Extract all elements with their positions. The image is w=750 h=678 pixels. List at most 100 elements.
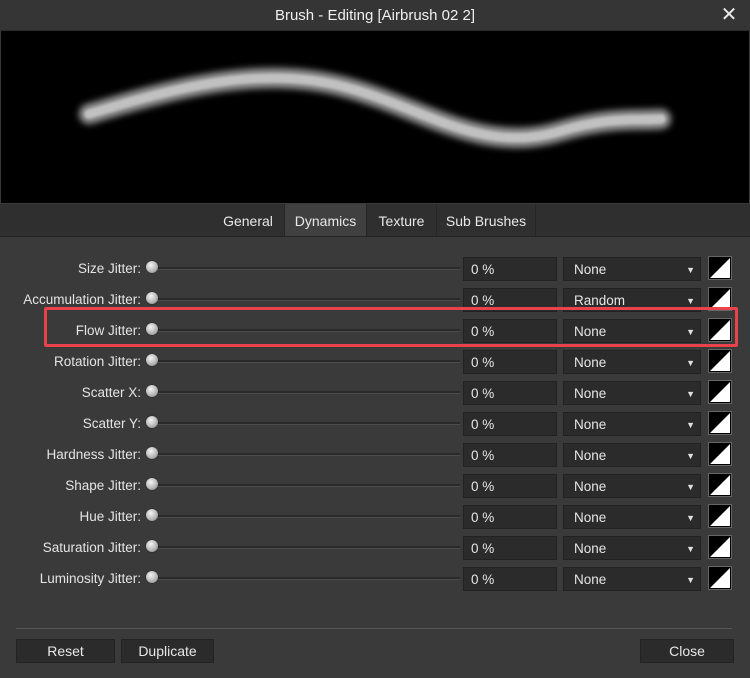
accumulation-jitter-row: Accumulation Jitter: 0 % Random ▼ [0,285,750,316]
scatter-y-slider[interactable] [150,422,460,425]
reset-button[interactable]: Reset [16,639,115,663]
size-jitter-controller-dropdown[interactable]: None ▼ [563,257,701,281]
brush-preview [1,31,749,203]
saturation-jitter-slider[interactable] [150,546,460,549]
rotation-jitter-slider-knob[interactable] [146,354,158,366]
scatter-y-label: Scatter Y: [82,416,141,431]
saturation-jitter-value-field[interactable]: 0 % [463,536,557,560]
rotation-jitter-curve-icon[interactable] [708,349,732,373]
title-bar: Brush - Editing [Airbrush 02 2] ✕ [0,0,750,31]
saturation-jitter-row: Saturation Jitter: 0 % None ▼ [0,533,750,564]
tab-general[interactable]: General [212,204,285,236]
hue-jitter-slider-knob[interactable] [146,509,158,521]
duplicate-button[interactable]: Duplicate [121,639,214,663]
hardness-jitter-controller-dropdown[interactable]: None ▼ [563,443,701,467]
accumulation-jitter-value-field[interactable]: 0 % [463,288,557,312]
rotation-jitter-controller-value: None [574,355,607,370]
luminosity-jitter-controller-value: None [574,572,607,587]
scatter-x-row: Scatter X: 0 % None ▼ [0,378,750,409]
close-button[interactable]: Close [640,639,734,663]
flow-jitter-slider-knob[interactable] [146,323,158,335]
chevron-down-icon: ▼ [686,327,695,337]
size-jitter-slider[interactable] [150,267,460,270]
hue-jitter-slider[interactable] [150,515,460,518]
scatter-x-curve-icon[interactable] [708,380,732,404]
tab-sub-brushes[interactable]: Sub Brushes [437,204,536,236]
scatter-x-controller-dropdown[interactable]: None ▼ [563,381,701,405]
shape-jitter-slider-knob[interactable] [146,478,158,490]
tab-texture[interactable]: Texture [367,204,437,236]
flow-jitter-controller-dropdown[interactable]: None ▼ [563,319,701,343]
luminosity-jitter-label: Luminosity Jitter: [39,571,141,586]
accumulation-jitter-controller-value: Random [574,293,626,308]
chevron-down-icon: ▼ [686,265,695,275]
shape-jitter-controller-dropdown[interactable]: None ▼ [563,474,701,498]
scatter-y-curve-icon[interactable] [708,411,732,435]
accumulation-jitter-label: Accumulation Jitter: [23,292,141,307]
accumulation-jitter-controller-dropdown[interactable]: Random ▼ [563,288,701,312]
luminosity-jitter-slider[interactable] [150,577,460,580]
hardness-jitter-row: Hardness Jitter: 0 % None ▼ [0,440,750,471]
scatter-x-label: Scatter X: [81,385,141,400]
accumulation-jitter-curve-icon[interactable] [708,287,732,311]
chevron-down-icon: ▼ [686,575,695,585]
scatter-x-value-field[interactable]: 0 % [463,381,557,405]
chevron-down-icon: ▼ [686,296,695,306]
shape-jitter-curve-icon[interactable] [708,473,732,497]
size-jitter-label: Size Jitter: [77,261,141,276]
shape-jitter-slider[interactable] [150,484,460,487]
flow-jitter-curve-icon[interactable] [708,318,732,342]
hue-jitter-value-field[interactable]: 0 % [463,505,557,529]
shape-jitter-value-field[interactable]: 0 % [463,474,557,498]
size-jitter-row: Size Jitter: 0 % None ▼ [0,254,750,285]
scatter-y-controller-value: None [574,417,607,432]
close-icon[interactable]: ✕ [718,4,740,26]
shape-jitter-label: Shape Jitter: [65,478,141,493]
scatter-y-slider-knob[interactable] [146,416,158,428]
rotation-jitter-label: Rotation Jitter: [53,354,141,369]
size-jitter-slider-knob[interactable] [146,261,158,273]
flow-jitter-slider[interactable] [150,329,460,332]
flow-jitter-value-field[interactable]: 0 % [463,319,557,343]
hardness-jitter-label: Hardness Jitter: [46,447,141,462]
scatter-y-controller-dropdown[interactable]: None ▼ [563,412,701,436]
saturation-jitter-curve-icon[interactable] [708,535,732,559]
size-jitter-curve-icon[interactable] [708,256,732,280]
rotation-jitter-value-field[interactable]: 0 % [463,350,557,374]
chevron-down-icon: ▼ [686,513,695,523]
hardness-jitter-curve-icon[interactable] [708,442,732,466]
tab-dynamics[interactable]: Dynamics [285,204,367,236]
shape-jitter-row: Shape Jitter: 0 % None ▼ [0,471,750,502]
luminosity-jitter-slider-knob[interactable] [146,571,158,583]
tab-bar: General Dynamics Texture Sub Brushes [0,204,750,237]
luminosity-jitter-curve-icon[interactable] [708,566,732,590]
hue-jitter-controller-value: None [574,510,607,525]
flow-jitter-label: Flow Jitter: [75,323,141,338]
accumulation-jitter-slider[interactable] [150,298,460,301]
scatter-y-row: Scatter Y: 0 % None ▼ [0,409,750,440]
hue-jitter-curve-icon[interactable] [708,504,732,528]
hue-jitter-controller-dropdown[interactable]: None ▼ [563,505,701,529]
accumulation-jitter-slider-knob[interactable] [146,292,158,304]
chevron-down-icon: ▼ [686,389,695,399]
shape-jitter-controller-value: None [574,479,607,494]
hue-jitter-row: Hue Jitter: 0 % None ▼ [0,502,750,533]
size-jitter-value-field[interactable]: 0 % [463,257,557,281]
chevron-down-icon: ▼ [686,544,695,554]
hardness-jitter-value-field[interactable]: 0 % [463,443,557,467]
hardness-jitter-slider[interactable] [150,453,460,456]
luminosity-jitter-row: Luminosity Jitter: 0 % None ▼ [0,564,750,595]
chevron-down-icon: ▼ [686,482,695,492]
scatter-x-slider[interactable] [150,391,460,394]
scatter-y-value-field[interactable]: 0 % [463,412,557,436]
luminosity-jitter-controller-dropdown[interactable]: None ▼ [563,567,701,591]
flow-jitter-controller-value: None [574,324,607,339]
rotation-jitter-controller-dropdown[interactable]: None ▼ [563,350,701,374]
hue-jitter-label: Hue Jitter: [79,509,141,524]
saturation-jitter-slider-knob[interactable] [146,540,158,552]
rotation-jitter-slider[interactable] [150,360,460,363]
luminosity-jitter-value-field[interactable]: 0 % [463,567,557,591]
scatter-x-slider-knob[interactable] [146,385,158,397]
saturation-jitter-controller-dropdown[interactable]: None ▼ [563,536,701,560]
hardness-jitter-slider-knob[interactable] [146,447,158,459]
